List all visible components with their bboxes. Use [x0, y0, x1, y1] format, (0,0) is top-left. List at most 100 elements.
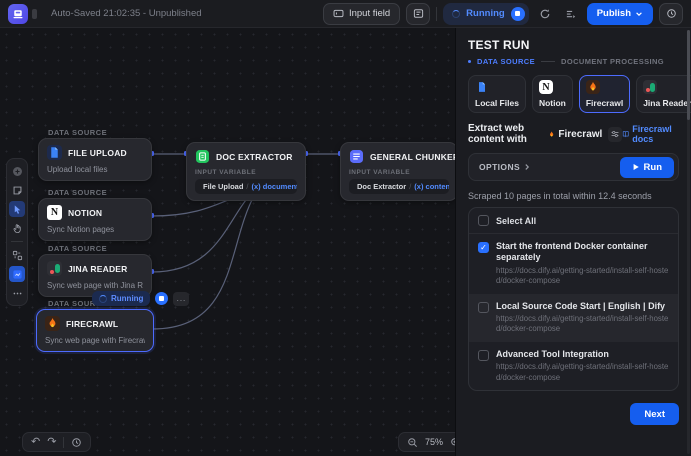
firecrawl-flame-icon	[45, 316, 60, 331]
doc-item-url: https://docs.dify.ai/getting-started/ins…	[496, 266, 669, 287]
node-doc-extractor[interactable]: DOC EXTRACTOR INPUT VARIABLE File Upload…	[186, 142, 306, 201]
scraped-page-row[interactable]: ✓ Start the frontend Docker container se…	[469, 234, 678, 294]
options-bar: OPTIONS Run	[468, 153, 679, 181]
add-note-button[interactable]	[9, 182, 25, 198]
notion-icon: N	[47, 205, 62, 220]
view-run-detail-button[interactable]	[561, 4, 581, 24]
book-icon	[622, 129, 629, 139]
extract-tool-name: Firecrawl	[558, 129, 602, 140]
doc-item-url: https://docs.dify.ai/getting-started/ins…	[496, 362, 669, 383]
node-title: NOTION	[68, 208, 102, 218]
redo-button[interactable]: ↷	[47, 437, 56, 448]
hand-mode-button[interactable]	[9, 220, 25, 236]
workspace-handle-icon[interactable]	[32, 9, 37, 19]
version-history-button[interactable]	[659, 3, 683, 25]
edge-layer	[0, 28, 455, 456]
test-run-panel: TEST RUN DATA SOURCE DOCUMENT PROCESSING…	[455, 28, 691, 456]
node-desc: Sync web page with Jina Reader	[47, 281, 143, 290]
node-title: GENERAL CHUNKER	[370, 152, 459, 162]
step-indicator: DATA SOURCE DOCUMENT PROCESSING	[468, 57, 679, 66]
node-running-label: Running	[111, 294, 143, 303]
node-stop-button[interactable]	[155, 292, 168, 305]
panel-title: TEST RUN	[468, 38, 679, 52]
file-upload-icon	[47, 145, 62, 160]
select-all-row[interactable]: ✓ Select All	[469, 208, 678, 234]
pointer-mode-button[interactable]	[9, 201, 25, 217]
firecrawl-flame-icon	[586, 80, 600, 94]
node-more-button[interactable]: ...	[173, 292, 189, 306]
scraped-page-row[interactable]: ✓ Local Source Code Start | English | Di…	[469, 294, 678, 342]
stop-run-button[interactable]	[511, 7, 525, 21]
extract-header: Extract web content with Firecrawl Firec…	[468, 123, 679, 145]
run-button[interactable]: Run	[620, 157, 674, 178]
workflow-canvas[interactable]: DATA SOURCE DATA SOURCE DATA SOURCE DATA…	[0, 28, 455, 456]
tab-firecrawl[interactable]: Firecrawl	[579, 75, 630, 113]
zoom-level[interactable]: 75%	[425, 437, 443, 447]
add-block-button[interactable]	[9, 163, 25, 179]
doc-item-checkbox-2[interactable]: ✓	[478, 350, 489, 361]
undo-button[interactable]: ↶	[31, 437, 40, 448]
step-document-processing: DOCUMENT PROCESSING	[561, 57, 664, 66]
node-title: FILE UPLOAD	[68, 148, 127, 158]
node-desc: Upload local files	[47, 165, 143, 174]
restart-run-button[interactable]	[535, 4, 555, 24]
checklist-panel-button[interactable]	[406, 3, 430, 25]
tab-local-files[interactable]: Local Files	[468, 75, 526, 113]
input-variable-label: INPUT VARIABLE	[349, 169, 449, 176]
doc-item-title: Advanced Tool Integration	[496, 349, 669, 360]
next-button[interactable]: Next	[630, 403, 679, 425]
node-firecrawl[interactable]: FIRECRAWL Sync web page with Firecrawl	[36, 309, 154, 352]
rail-more-button[interactable]	[9, 285, 25, 301]
publish-button[interactable]: Publish	[587, 3, 653, 25]
input-field-icon	[333, 8, 344, 19]
options-toggle[interactable]: OPTIONS	[479, 162, 531, 172]
node-desc: Sync web page with Firecrawl	[45, 336, 145, 345]
doc-item-title: Local Source Code Start | English | Dify	[496, 301, 669, 312]
local-files-icon	[475, 80, 489, 94]
firecrawl-docs-link[interactable]: Firecrawl docs	[622, 124, 679, 144]
undo-redo-panel: ↶ ↷	[22, 432, 91, 452]
doc-item-content: Start the frontend Docker container sepa…	[496, 241, 669, 287]
tab-label: Notion	[539, 98, 566, 108]
variable-inspector-button[interactable]	[9, 266, 25, 282]
options-label: OPTIONS	[479, 162, 520, 172]
organize-blocks-button[interactable]	[9, 247, 25, 263]
node-general-chunker[interactable]: GENERAL CHUNKER INPUT VARIABLE Doc Extra…	[340, 142, 458, 201]
node-file-upload[interactable]: FILE UPLOAD Upload local files	[38, 138, 152, 181]
doc-item-content: Local Source Code Start | English | Dify…	[496, 301, 669, 335]
variable-name: (x) content	[414, 182, 449, 191]
doc-item-checkbox-0[interactable]: ✓	[478, 242, 489, 253]
laptop-icon	[12, 8, 24, 20]
node-kind-label: DATA SOURCE	[48, 128, 107, 137]
run-status-group: Running	[443, 3, 529, 25]
canvas-tool-rail	[6, 158, 28, 306]
stop-icon	[515, 11, 520, 16]
change-history-button[interactable]	[71, 437, 82, 448]
jina-reader-icon	[643, 80, 657, 94]
input-field-button[interactable]: Input field	[323, 3, 400, 25]
extract-title: Extract web content with Firecrawl	[468, 123, 602, 145]
scraped-page-row[interactable]: ✓ Advanced Tool Integration https://docs…	[469, 342, 678, 390]
node-kind-label: DATA SOURCE	[48, 188, 107, 197]
doc-item-checkbox-1[interactable]: ✓	[478, 302, 489, 313]
publish-label: Publish	[597, 8, 631, 19]
tab-label: Local Files	[475, 98, 519, 108]
extract-settings-button[interactable]	[608, 127, 622, 142]
app-logo-icon[interactable]	[8, 4, 28, 24]
rail-divider	[11, 241, 23, 242]
select-all-checkbox[interactable]: ✓	[478, 215, 489, 226]
variable-name: (x) documents	[252, 182, 297, 191]
panel-scrollbar-thumb[interactable]	[687, 30, 690, 120]
restart-icon	[539, 8, 551, 20]
tab-jina-reader[interactable]: Jina Reader	[636, 75, 691, 113]
add-block-icon	[12, 166, 23, 177]
history-clock-icon	[71, 437, 82, 448]
variable-inspector-icon	[12, 269, 23, 280]
add-note-icon	[12, 185, 23, 196]
general-chunker-icon	[349, 149, 364, 164]
node-notion[interactable]: N NOTION Sync Notion pages	[38, 198, 152, 241]
zoom-out-button[interactable]	[407, 437, 418, 448]
tab-notion[interactable]: N Notion	[532, 75, 573, 113]
node-title: JINA READER	[68, 264, 128, 274]
scraped-pages-card: ✓ Select All ✓ Start the frontend Docker…	[468, 207, 679, 391]
